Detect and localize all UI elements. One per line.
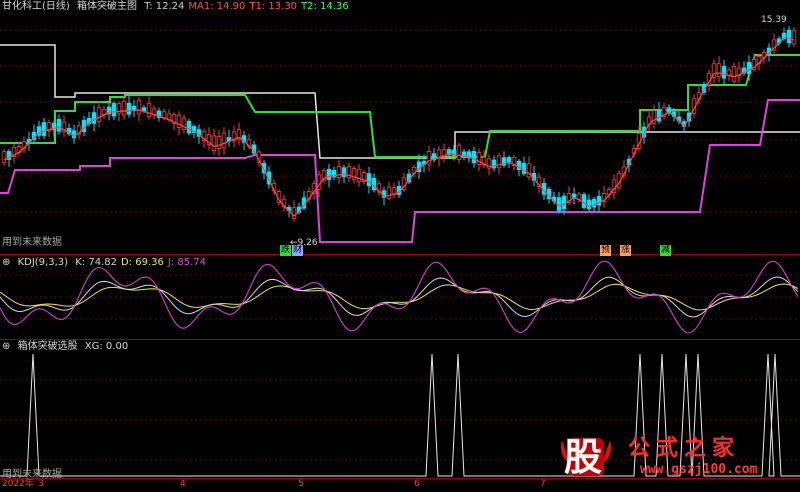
xg-settings-icon[interactable]: ⊕ (2, 341, 10, 352)
candle-body (456, 144, 462, 160)
main-value-1: MA1: 14.90 (188, 1, 246, 12)
candle-body (91, 112, 97, 124)
candle-body (336, 165, 342, 178)
kdj-settings-icon[interactable]: ⊕ (2, 257, 10, 268)
candle-body (731, 65, 737, 82)
candle-body (126, 102, 132, 115)
site-watermark: 股 公式之家 www.gszj100.com (556, 434, 800, 480)
candle-body (146, 102, 152, 118)
kdj-value-2: J: 85.74 (167, 257, 206, 268)
candle-body (121, 100, 127, 116)
xg-value-0: XG: 0.00 (84, 341, 129, 352)
candle-body (746, 61, 752, 75)
candle-body (726, 69, 732, 76)
candle-body (366, 173, 372, 187)
candle-body (96, 107, 102, 122)
candle-body (326, 168, 332, 180)
time-axis (0, 478, 800, 492)
watermark-url: www.gszj100.com (640, 462, 758, 477)
kdj-k-line (0, 276, 799, 318)
candle-body (716, 63, 722, 77)
candle-body (491, 159, 497, 169)
candle-body (216, 135, 222, 149)
candle-body (786, 29, 792, 43)
candle-body (571, 193, 577, 198)
candle-body (721, 65, 727, 79)
stock-title: 甘化科工(日线) (2, 1, 70, 12)
kdj-d-line (0, 283, 799, 311)
candle-body (176, 114, 182, 128)
kdj-j-line (0, 260, 799, 334)
candle-body (186, 120, 192, 134)
kdj-value-0: K: 74.82 (75, 257, 117, 268)
main-panel-header: 甘化科工(日线) 箱体突破主图 T: 12.24 MA1: 14.90 T1: 13… (2, 1, 357, 13)
price-chart[interactable] (0, 0, 800, 255)
candle-body (211, 135, 217, 151)
candle-body (586, 199, 592, 210)
high-price-label: 15.39 (761, 15, 787, 25)
candle-body (386, 186, 392, 199)
kdj-indicator-name[interactable]: KDJ(9,3,3) (18, 257, 68, 268)
xg-panel-header: ⊕ 箱体突破选股 XG: 0.00 (2, 341, 136, 353)
candle-body (341, 167, 347, 177)
candle-body (791, 29, 797, 45)
watermark-logo-icon: 股 (556, 434, 616, 480)
main-value-2: T1: 13.30 (249, 1, 298, 12)
kdj-value-1: D: 69.36 (120, 257, 164, 268)
candle-body (496, 155, 502, 169)
candle-body (136, 99, 142, 115)
candle-body (471, 151, 477, 163)
axis-label-month-5: 5 (298, 479, 304, 489)
main-value-0: T: 12.24 (144, 1, 185, 12)
candle-body (41, 122, 47, 136)
axis-label-month-6: 6 (414, 479, 420, 489)
candle-body (576, 193, 582, 200)
axis-label-month-3: 3 (38, 479, 44, 489)
future-data-note-main: 用到未来数据 (2, 237, 62, 248)
candle-body (221, 132, 227, 149)
candle-body (56, 118, 62, 132)
candle-body (356, 168, 362, 183)
candle-body (1, 151, 7, 163)
watermark-title: 公式之家 (628, 436, 741, 461)
kdj-panel-header: ⊕ KDJ(9,3,3) K: 74.82 D: 69.36 J: 85.74 (2, 257, 214, 269)
axis-label-year: 2022年 (2, 479, 34, 489)
candle-body (581, 194, 587, 208)
xg-indicator-name[interactable]: 箱体突破选股 (18, 341, 78, 352)
stock-chart-window: 甘化科工(日线) 箱体突破主图 T: 12.24 MA1: 14.90 T1: 13… (0, 0, 800, 491)
candle-body (111, 103, 117, 117)
candle-body (561, 195, 567, 209)
candle-body (656, 109, 662, 122)
axis-label-month-7: 7 (540, 479, 546, 489)
main-indicator-name[interactable]: 箱体突破主图 (77, 1, 137, 12)
axis-label-month-4: 4 (180, 479, 186, 489)
main-value-3: T2: 14.36 (301, 1, 349, 12)
